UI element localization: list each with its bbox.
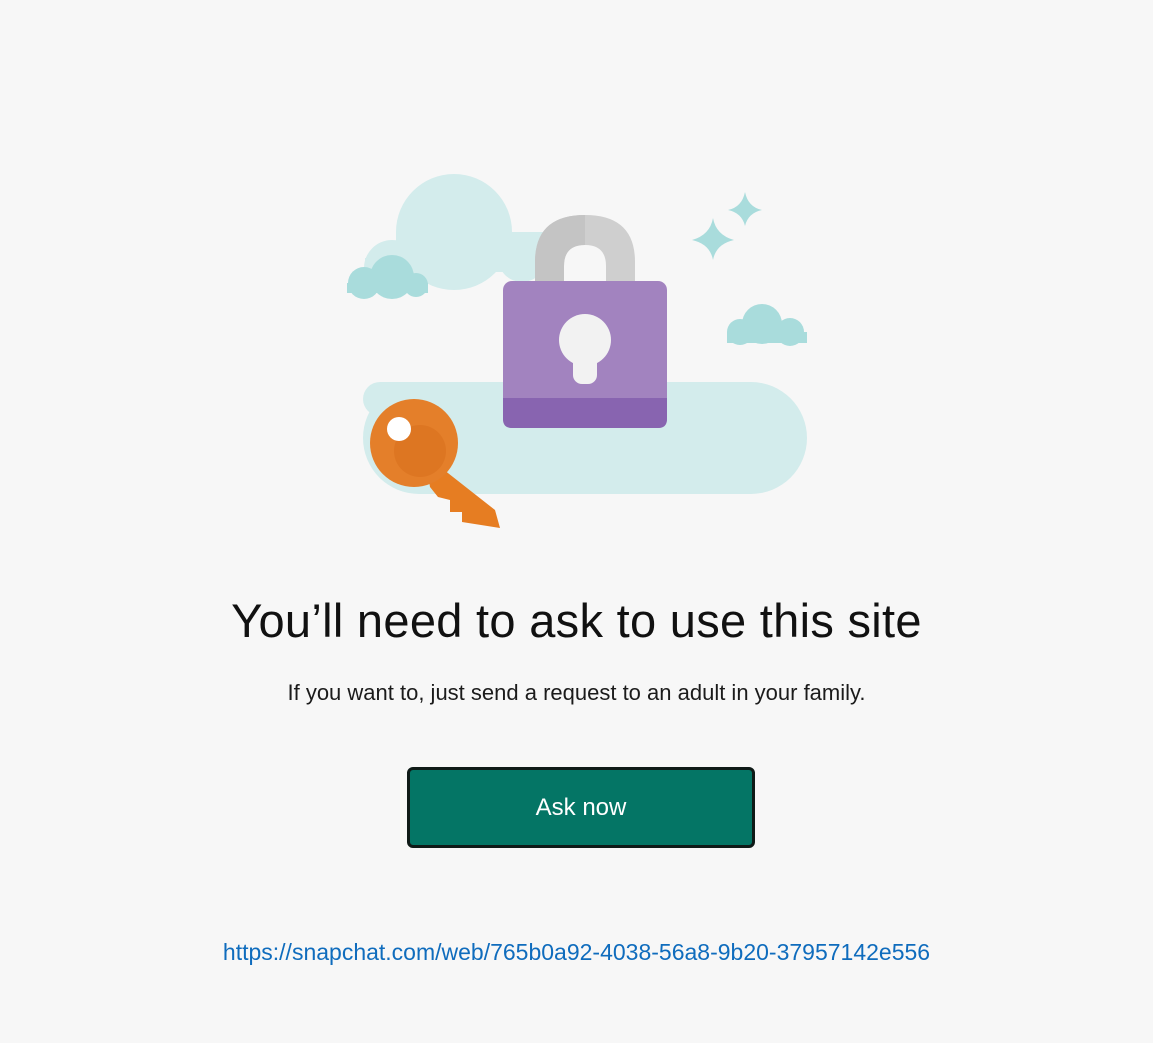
page-title: You’ll need to ask to use this site [231, 594, 922, 647]
cloud-icon [727, 304, 807, 346]
blocked-site-page: You’ll need to ask to use this site If y… [0, 0, 1153, 1043]
page-subtitle: If you want to, just send a request to a… [287, 680, 866, 705]
blocked-url-link[interactable]: https://snapchat.com/web/765b0a92-4038-5… [0, 936, 1153, 968]
ask-now-button[interactable]: Ask now [407, 767, 755, 848]
lock-and-key-illustration [347, 174, 807, 528]
sparkle-icon [692, 192, 762, 260]
